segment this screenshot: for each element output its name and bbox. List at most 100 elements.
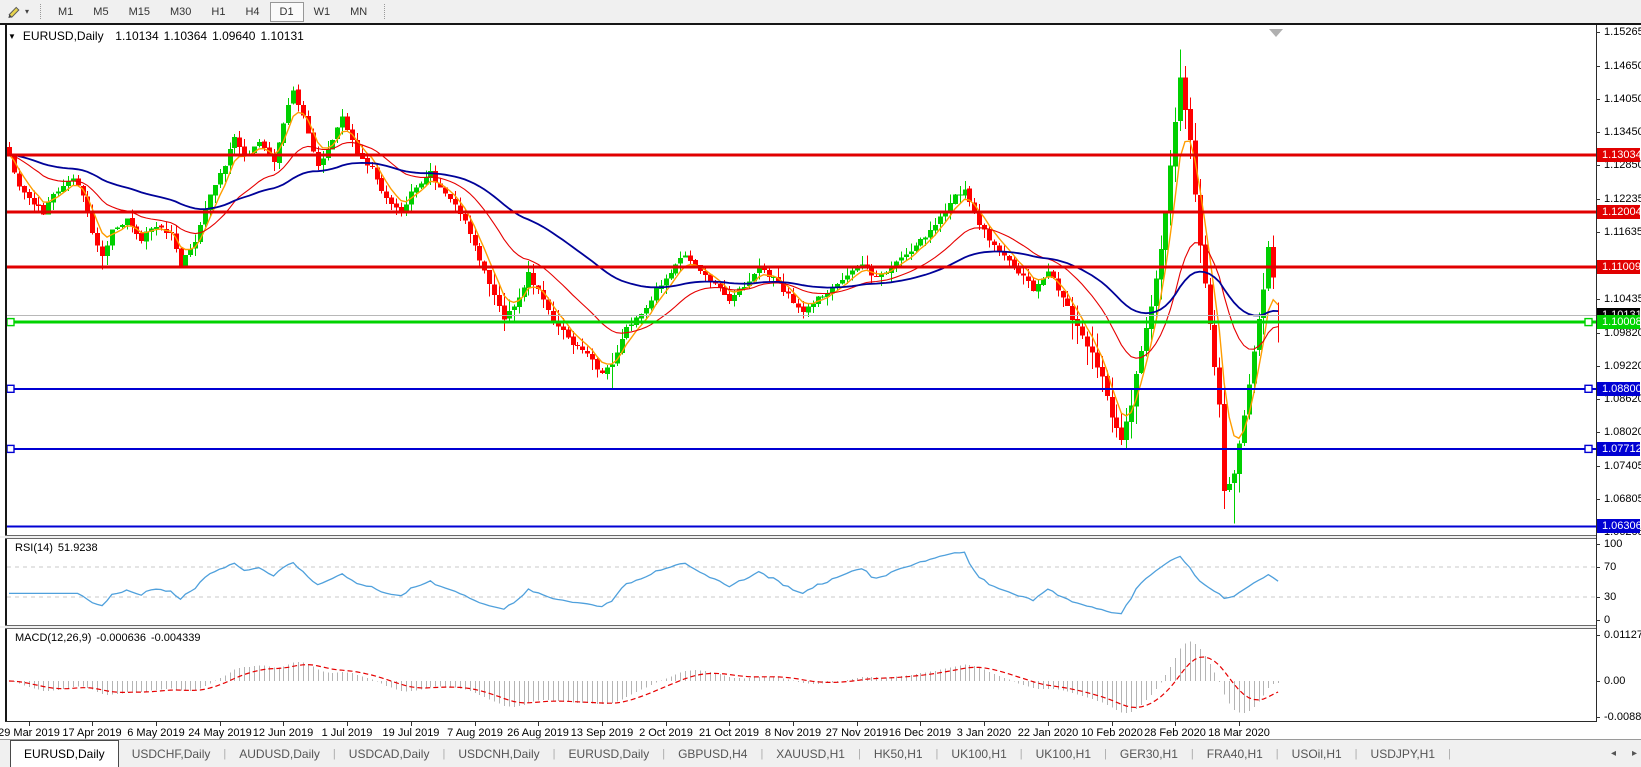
candle-body <box>379 178 384 192</box>
tab-scroll-right-icon[interactable]: ▸ <box>1632 748 1637 759</box>
candle-body <box>1168 165 1173 212</box>
timeframe-button-d1[interactable]: D1 <box>269 1 304 22</box>
chart-tab-uk100-h1[interactable]: UK100,H1 <box>938 740 1019 767</box>
candle-body <box>1090 346 1095 353</box>
chart-tab-xauusd-h1[interactable]: XAUUSD,H1 <box>763 740 858 767</box>
candle-body <box>213 185 218 196</box>
candle-body <box>394 203 399 208</box>
main-chart-plot[interactable] <box>7 27 1596 535</box>
macd-tick-label: -0.008845 <box>1596 710 1641 724</box>
tab-scroll-left-icon[interactable]: ◂ <box>1611 748 1616 759</box>
candle-body <box>370 166 375 167</box>
macd-name: MACD(12,26,9) <box>15 632 92 644</box>
chart-tab-eurusd-daily[interactable]: EURUSD,Daily <box>556 740 663 767</box>
price-tick-label: 1.11635 <box>1596 225 1641 239</box>
candle-body <box>1271 246 1276 278</box>
chart-tab-fra40-h1[interactable]: FRA40,H1 <box>1194 740 1276 767</box>
candle-body <box>326 148 331 159</box>
candle-body <box>414 187 419 193</box>
axis-tick-mark <box>1596 132 1600 134</box>
timeframe-button-m5[interactable]: M5 <box>83 2 118 22</box>
timeframe-button-h4[interactable]: H4 <box>235 2 269 22</box>
chart-tab-audusd-daily[interactable]: AUDUSD,Daily <box>226 740 333 767</box>
candle-body <box>1222 404 1227 491</box>
ohlc-open: 1.10134 <box>115 29 159 43</box>
date-tick-mark <box>602 722 603 726</box>
axis-tick-text: 1.14650 <box>1604 59 1641 72</box>
candle-body <box>139 232 144 241</box>
candle-body <box>928 230 933 238</box>
candle-body <box>649 300 654 309</box>
candle-body <box>1080 326 1085 336</box>
chart-shift-marker-icon[interactable] <box>1269 29 1283 37</box>
axis-tick-mark <box>1596 298 1600 300</box>
candle-body <box>1119 427 1124 440</box>
candle-body <box>115 227 120 229</box>
axis-tick-mark <box>1596 566 1600 568</box>
date-tick-mark <box>92 722 93 726</box>
chart-tab-usdchf-daily[interactable]: USDCHF,Daily <box>119 740 224 767</box>
chart-tab-usdjpy-h1[interactable]: USDJPY,H1 <box>1358 740 1448 767</box>
axis-tick-text: 1.14050 <box>1604 93 1641 106</box>
candle-body <box>32 197 37 205</box>
candle-body <box>130 218 135 227</box>
timeframe-button-m1[interactable]: M1 <box>48 2 83 22</box>
axis-tick-text: 1.06805 <box>1604 492 1641 505</box>
chart-tab-usoil-h1[interactable]: USOil,H1 <box>1279 740 1355 767</box>
pencil-tool-icon <box>6 4 22 19</box>
timeframe-button-w1[interactable]: W1 <box>304 2 341 22</box>
candle-body <box>22 185 27 193</box>
candle-body <box>688 255 693 261</box>
chart-tab-hk50-h1[interactable]: HK50,H1 <box>861 740 936 767</box>
candle-body <box>453 199 458 205</box>
macd-tick-label: 0.00 <box>1596 674 1641 688</box>
caret-down-icon: ▾ <box>25 7 30 16</box>
price-tick-label: 1.15265 <box>1596 25 1641 39</box>
candle-body <box>796 303 801 308</box>
drawing-tool-button[interactable]: ▾ <box>0 2 33 21</box>
axis-tick-mark <box>1596 165 1600 167</box>
price-axis: 1.15265 1.14650 1.14050 1.13450 1.12850 1.122… <box>1596 25 1641 741</box>
timeframe-button-m15[interactable]: M15 <box>119 2 160 22</box>
chart-tab-usdcnh-daily[interactable]: USDCNH,Daily <box>445 740 552 767</box>
chart-tab-gbpusd-h4[interactable]: GBPUSD,H4 <box>665 740 760 767</box>
candle-body <box>1139 350 1144 374</box>
axis-tick-mark <box>1596 544 1600 545</box>
candle-body <box>1085 336 1090 347</box>
chart-tab-usdcad-daily[interactable]: USDCAD,Daily <box>336 740 443 767</box>
rsi-panel[interactable]: RSI(14) 51.9238 <box>7 539 1596 625</box>
chart-tab-uk100-h1[interactable]: UK100,H1 <box>1023 740 1104 767</box>
date-tick-mark <box>857 722 858 726</box>
timeframe-button-mn[interactable]: MN <box>340 2 377 22</box>
date-tick-mark <box>920 722 921 726</box>
macd-panel[interactable]: MACD(12,26,9) -0.000636 -0.004339 <box>7 629 1596 721</box>
candle-body <box>1144 327 1149 351</box>
axis-tick-mark <box>1596 681 1600 682</box>
level-price-label: 1.06306 <box>1597 519 1641 534</box>
line-handle <box>1584 384 1593 393</box>
axis-tick-mark <box>1596 635 1600 636</box>
line-handle <box>7 444 15 454</box>
date-tick-mark <box>475 722 476 726</box>
chart-symbol: EURUSD,Daily <box>22 29 104 43</box>
candle-body <box>497 295 502 306</box>
date-tick-mark <box>538 722 539 726</box>
timeframe-button-h1[interactable]: H1 <box>201 2 235 22</box>
candle-body <box>1193 140 1198 195</box>
chart-tab-eurusd-daily[interactable]: EURUSD,Daily <box>10 740 119 767</box>
date-tick-mark <box>411 722 412 726</box>
candle-body <box>948 203 953 211</box>
timeframe-toolbar: M1 M5 M15 M30 H1 H4 D1 W1 MN <box>48 1 377 22</box>
chart-tab-ger30-h1[interactable]: GER30,H1 <box>1107 740 1191 767</box>
candle-body <box>272 156 277 163</box>
candle-body <box>820 296 825 298</box>
date-tick-mark <box>29 722 30 726</box>
candle-body <box>507 310 512 319</box>
timeframe-button-m30[interactable]: M30 <box>160 2 201 22</box>
candle-body <box>105 245 110 257</box>
candle-body <box>850 270 855 275</box>
candle-body <box>492 284 497 295</box>
axis-tick-text: -0.008845 <box>1604 711 1641 724</box>
axis-tick-text: 1.11635 <box>1604 226 1641 239</box>
candle-body <box>879 274 884 277</box>
